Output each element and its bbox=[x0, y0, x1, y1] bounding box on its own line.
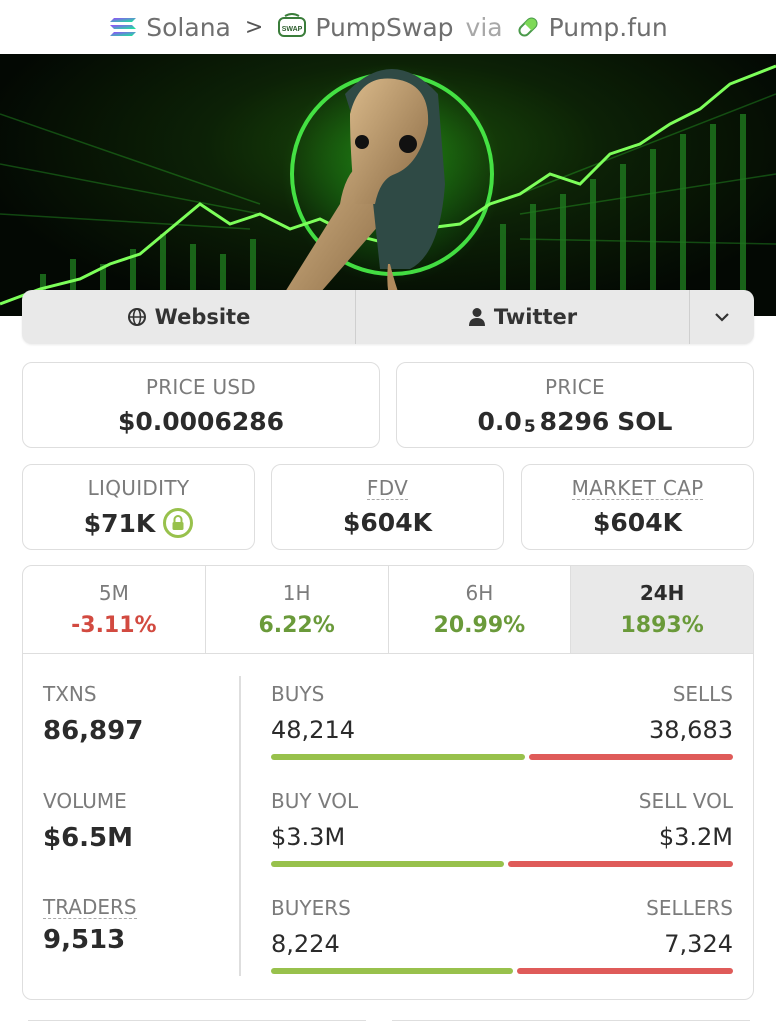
banner-artwork bbox=[0, 64, 776, 316]
tab-6h[interactable]: 6H 20.99% bbox=[389, 566, 572, 653]
txns-ratio-bar bbox=[271, 754, 733, 760]
stats-body: TXNS 86,897 VOLUME $6.5M TRADERS 9,513 B… bbox=[23, 654, 753, 999]
volume-label: VOLUME bbox=[43, 789, 127, 813]
buys-value: 48,214 bbox=[271, 716, 355, 744]
txns-value: 86,897 bbox=[43, 716, 144, 746]
price-native-card: PRICE 0.0 5 8296 SOL bbox=[396, 362, 754, 448]
totals-column: TXNS 86,897 VOLUME $6.5M TRADERS 9,513 bbox=[43, 654, 238, 999]
split-column: BUYS SELLS 48,214 38,683 BUY VOL SELL VO… bbox=[271, 654, 733, 999]
tab-label: 5M bbox=[98, 581, 129, 605]
volume-ratio-bar bbox=[271, 861, 733, 867]
crumb-pumpswap[interactable]: SWAP PumpSwap bbox=[277, 12, 454, 42]
tab-change: -3.11% bbox=[71, 613, 157, 638]
volume-value: $6.5M bbox=[43, 823, 134, 853]
breadcrumb-separator: > bbox=[244, 14, 264, 40]
sell-bar-fill bbox=[517, 968, 733, 974]
fdv-label[interactable]: FDV bbox=[366, 477, 409, 500]
sells-label: SELLS bbox=[672, 682, 733, 706]
price-native-label: PRICE bbox=[545, 374, 605, 399]
crumb-pumpfun[interactable]: Pump.fun bbox=[515, 13, 668, 42]
pumpswap-logo-icon: SWAP bbox=[278, 13, 307, 37]
tab-change: 20.99% bbox=[433, 613, 526, 638]
buy-bar-fill bbox=[271, 861, 504, 867]
tab-label: 1H bbox=[282, 581, 311, 605]
crumb-solana-label: Solana bbox=[146, 12, 231, 42]
lock-icon[interactable] bbox=[163, 508, 194, 538]
website-button[interactable]: Website bbox=[22, 290, 356, 344]
tab-24h[interactable]: 24H 1893% bbox=[571, 566, 753, 653]
buy-vol-label: BUY VOL bbox=[271, 789, 359, 813]
user-icon bbox=[468, 308, 485, 326]
column-divider bbox=[239, 676, 241, 976]
crumb-pumpfun-label: Pump.fun bbox=[548, 12, 668, 42]
tab-1h[interactable]: 1H 6.22% bbox=[206, 566, 389, 653]
globe-icon bbox=[127, 308, 146, 326]
liquidity-value: $71K bbox=[83, 508, 156, 538]
next-card-edge bbox=[392, 1020, 750, 1024]
liquidity-value-row: $71K bbox=[84, 508, 194, 538]
market-cap-label[interactable]: MARKET CAP bbox=[571, 477, 704, 500]
traders-metric: TRADERS 9,513 bbox=[43, 896, 137, 955]
crumb-solana[interactable]: Solana bbox=[108, 13, 231, 42]
market-cap-card: MARKET CAP $604K bbox=[521, 464, 754, 550]
website-label: Website bbox=[154, 305, 251, 329]
twitter-button[interactable]: Twitter bbox=[356, 290, 690, 344]
price-native-value: 0.0 5 8296 SOL bbox=[477, 406, 673, 438]
tab-label: 6H bbox=[465, 581, 494, 605]
solana-logo-icon bbox=[110, 18, 137, 36]
buys-label: BUYS bbox=[271, 682, 325, 706]
traders-split: BUYERS SELLERS 8,224 7,324 bbox=[271, 896, 733, 974]
chevron-down-icon bbox=[715, 313, 729, 322]
crumb-pumpswap-label: PumpSwap bbox=[315, 12, 454, 42]
price-usd-card: PRICE USD $0.0006286 bbox=[22, 362, 380, 448]
txns-metric: TXNS 86,897 bbox=[43, 682, 143, 746]
txns-label: TXNS bbox=[43, 682, 97, 706]
traders-ratio-bar bbox=[271, 968, 733, 974]
sellers-label: SELLERS bbox=[646, 896, 733, 920]
sell-bar-fill bbox=[507, 861, 733, 867]
buyers-value: 8,224 bbox=[271, 930, 340, 958]
market-cap-value: $604K bbox=[593, 508, 682, 537]
fdv-card: FDV $604K bbox=[271, 464, 504, 550]
traders-value: 9,513 bbox=[43, 925, 126, 955]
trading-stats-panel: 5M -3.11% 1H 6.22% 6H 20.99% 24H 1893% T… bbox=[22, 565, 754, 1000]
timeframe-tabs: 5M -3.11% 1H 6.22% 6H 20.99% 24H 1893% bbox=[23, 566, 753, 654]
sell-vol-value: $3.2M bbox=[658, 823, 733, 851]
sell-vol-label: SELL VOL bbox=[638, 789, 733, 813]
fdv-value: $604K bbox=[343, 508, 432, 537]
social-links-bar: Website Twitter bbox=[22, 290, 754, 344]
price-native-unit: SOL bbox=[617, 406, 673, 436]
buy-vol-value: $3.3M bbox=[271, 823, 346, 851]
tab-change: 6.22% bbox=[258, 613, 335, 638]
via-text: via bbox=[465, 12, 503, 42]
tab-change: 1893% bbox=[620, 613, 704, 638]
twitter-label: Twitter bbox=[493, 305, 578, 329]
sellers-value: 7,324 bbox=[664, 930, 733, 958]
tab-5m[interactable]: 5M -3.11% bbox=[23, 566, 206, 653]
txns-split: BUYS SELLS 48,214 38,683 bbox=[271, 682, 733, 760]
volume-split: BUY VOL SELL VOL $3.3M $3.2M bbox=[271, 789, 733, 867]
sell-bar-fill bbox=[529, 754, 733, 760]
token-banner bbox=[0, 54, 776, 316]
tab-label: 24H bbox=[639, 581, 685, 605]
traders-label[interactable]: TRADERS bbox=[43, 896, 137, 919]
pill-icon bbox=[518, 17, 538, 37]
liquidity-label: LIQUIDITY bbox=[87, 476, 190, 500]
volume-metric: VOLUME $6.5M bbox=[43, 789, 133, 853]
svg-text:SWAP: SWAP bbox=[282, 26, 303, 33]
sells-value: 38,683 bbox=[649, 716, 733, 744]
price-usd-label: PRICE USD bbox=[145, 374, 257, 399]
buy-bar-fill bbox=[271, 968, 514, 974]
more-links-button[interactable] bbox=[690, 290, 754, 344]
breadcrumb: Solana > SWAP PumpSwap via Pump.fun bbox=[0, 0, 776, 54]
buy-bar-fill bbox=[271, 754, 526, 760]
price-usd-value: $0.0006286 bbox=[117, 406, 285, 436]
buyers-label: BUYERS bbox=[271, 896, 351, 920]
price-native-zero-count: 5 bbox=[523, 417, 536, 437]
next-card-edge bbox=[28, 1020, 366, 1024]
price-native-digits: 8296 bbox=[539, 406, 610, 436]
liquidity-card: LIQUIDITY $71K bbox=[22, 464, 255, 550]
price-native-prefix: 0.0 bbox=[477, 406, 522, 436]
